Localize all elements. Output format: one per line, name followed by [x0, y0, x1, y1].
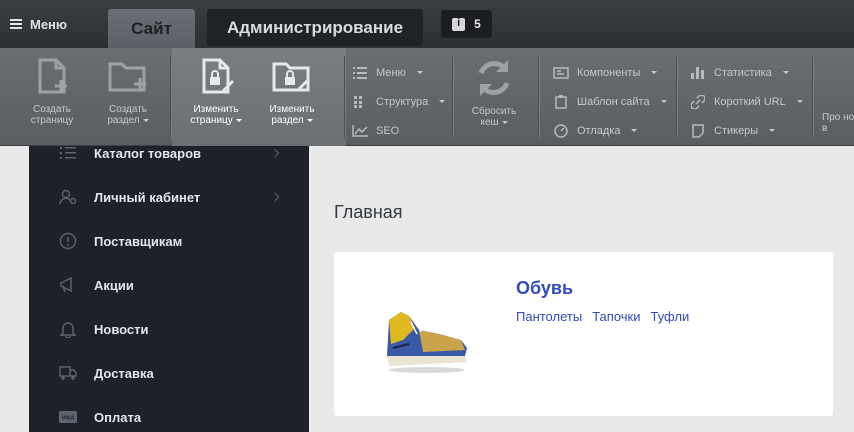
edit-section-button[interactable]: Изменить раздел — [260, 56, 324, 142]
toolbar-divider — [452, 56, 453, 138]
sidebar-item-promotions[interactable]: Акции — [29, 263, 309, 307]
list-icon — [59, 144, 77, 162]
components-icon — [553, 66, 569, 80]
toolbar-template-label: Шаблон сайта — [577, 95, 650, 108]
subcategory-link[interactable]: Пантолеты — [516, 309, 582, 324]
create-section-button[interactable]: Создать раздел — [96, 56, 160, 142]
page-title: Главная — [334, 202, 403, 222]
sidebar-item-label: Каталог товаров — [94, 145, 202, 161]
notifications-button[interactable]: 5 — [441, 10, 492, 38]
shoe-product-image[interactable] — [379, 300, 474, 375]
svg-text:VISA: VISA — [62, 416, 75, 422]
sidebar-item-label: Акции — [94, 277, 134, 293]
toolbar-components-label: Компоненты — [577, 66, 641, 79]
toolbar-debug-label: Отладка — [577, 124, 621, 137]
sidebar-item-catalog[interactable]: Каталог товаров — [29, 131, 309, 175]
sidebar-item-label: Новости — [94, 321, 149, 337]
edit-page-lock-icon — [202, 58, 234, 94]
subcategory-links: Пантолеты Тапочки Туфли — [516, 309, 689, 324]
admin-top-bar: Меню Сайт Администрирование 5 — [0, 0, 854, 48]
toolbar-template-item[interactable]: Шаблон сайта — [553, 87, 667, 116]
chevron-right-icon — [270, 148, 280, 158]
sticker-icon — [690, 123, 706, 138]
edit-page-label: Изменить страницу — [184, 104, 248, 126]
truck-icon — [59, 364, 77, 382]
toolbar-structure-item[interactable]: Структура — [352, 87, 446, 116]
toolbar-stickers-label: Стикеры — [714, 124, 759, 137]
toolbar-col-navigation: Меню Структура SEO — [352, 58, 446, 145]
toolbar-divider — [538, 56, 539, 138]
toolbar-shorturl-item[interactable]: Короткий URL — [690, 87, 803, 116]
cut-off-toolbar-button[interactable]: Про нов — [822, 56, 854, 142]
menu-button-label: Меню — [30, 16, 68, 32]
edit-section-label: Изменить раздел — [269, 104, 315, 126]
tab-site[interactable]: Сайт — [108, 9, 195, 48]
bar-chart-icon — [690, 66, 706, 80]
toolbar-menu-item[interactable]: Меню — [352, 58, 445, 87]
info-circle-icon — [59, 232, 77, 250]
toolbar-structure-label: Структура — [376, 95, 429, 108]
toolbar-stickers-item[interactable]: Стикеры — [690, 116, 803, 145]
megaphone-icon — [59, 276, 77, 294]
sidebar-item-label: Оплата — [94, 409, 142, 425]
subcategory-link[interactable]: Тапочки — [592, 309, 640, 324]
sidebar-item-label: Поставщикам — [94, 233, 183, 249]
notification-icon — [452, 17, 466, 31]
create-page-label: Создать страницу — [30, 104, 74, 126]
toolbar-shorturl-label: Короткий URL — [714, 95, 786, 108]
sidebar-item-payment[interactable]: VISA Оплата — [29, 395, 309, 432]
sidebar-item-account[interactable]: Личный кабинет — [29, 175, 309, 219]
toolbar-seo-label: SEO — [376, 124, 400, 137]
sidebar-item-label: Личный кабинет — [94, 189, 201, 205]
sidebar-item-suppliers[interactable]: Поставщикам — [29, 219, 309, 263]
structure-icon — [352, 95, 368, 109]
toolbar-col-dev: Компоненты Шаблон сайта Отладка — [553, 58, 667, 145]
toolbar-divider — [812, 56, 813, 138]
toolbar-divider — [344, 56, 345, 138]
sidebar-item-delivery[interactable]: Доставка — [29, 351, 309, 395]
toolbar-seo-item[interactable]: SEO — [352, 116, 445, 145]
hamburger-icon — [10, 19, 22, 29]
sidebar-item-label: Доставка — [94, 365, 154, 381]
toolbar-components-item[interactable]: Компоненты — [553, 58, 667, 87]
visa-card-icon: VISA — [59, 408, 77, 426]
edit-page-button[interactable]: Изменить страницу — [184, 56, 248, 142]
clipboard-icon — [553, 94, 569, 109]
bell-icon — [59, 320, 77, 338]
seo-chart-icon — [352, 124, 368, 138]
subcategory-link[interactable]: Туфли — [650, 309, 689, 324]
link-icon — [690, 94, 706, 109]
toolbar-menu-label: Меню — [376, 66, 406, 79]
user-settings-icon — [59, 188, 77, 206]
sidebar-item-news[interactable]: Новости — [29, 307, 309, 351]
chevron-right-icon — [270, 192, 280, 202]
reset-cache-button[interactable]: Сбросить кеш — [462, 56, 526, 142]
list-icon — [352, 66, 368, 80]
notifications-count: 5 — [474, 17, 481, 31]
gauge-icon — [553, 123, 569, 138]
reset-cache-label: Сбросить кеш — [471, 106, 517, 128]
add-folder-icon — [108, 62, 146, 92]
toolbar-divider — [676, 56, 677, 138]
edit-folder-lock-icon — [272, 62, 310, 92]
toolbar-divider — [170, 56, 171, 138]
refresh-icon — [478, 60, 510, 96]
tab-administration[interactable]: Администрирование — [207, 9, 423, 46]
cut-off-toolbar-label: Про нов — [822, 112, 854, 134]
category-card: Обувь Пантолеты Тапочки Туфли — [334, 252, 833, 416]
toolbar-statistics-item[interactable]: Статистика — [690, 58, 803, 87]
toolbar-debug-item[interactable]: Отладка — [553, 116, 667, 145]
toolbar-statistics-label: Статистика — [714, 66, 772, 79]
menu-button[interactable]: Меню — [10, 10, 67, 38]
create-section-label: Создать раздел — [107, 104, 149, 126]
toolbar-col-tools: Статистика Короткий URL Стикеры — [690, 58, 803, 145]
site-sidebar: Каталог товаров Личный кабинет Поставщик… — [29, 146, 309, 432]
create-page-button[interactable]: Создать страницу — [20, 56, 84, 142]
category-title-link[interactable]: Обувь — [516, 278, 573, 299]
add-page-icon — [38, 58, 67, 94]
